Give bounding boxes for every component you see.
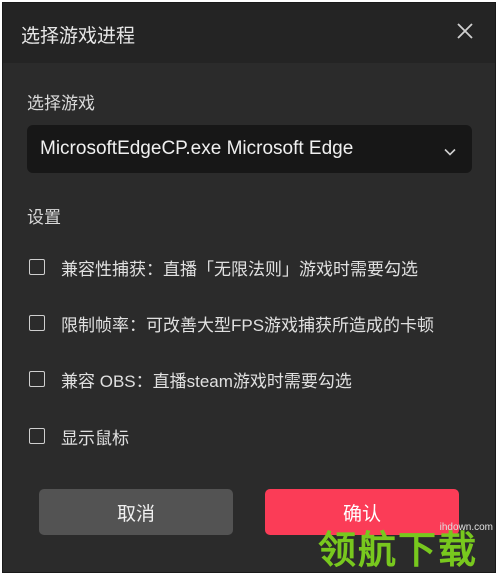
option-label: 兼容性捕获：直播「无限法则」游戏时需要勾选 <box>61 260 418 279</box>
option-label: 兼容 OBS：直播steam游戏时需要勾选 <box>61 372 352 391</box>
watermark-logo: 领航下载 <box>318 528 479 572</box>
option-label: 显示鼠标 <box>61 429 129 448</box>
dialog-title: 选择游戏进程 <box>21 26 136 47</box>
dialog-titlebar: 选择游戏进程 <box>3 3 495 63</box>
game-process-select-value: MicrosoftEdgeCP.exe Microsoft Edge <box>40 138 354 159</box>
select-game-process-dialog: 选择游戏进程 选择游戏 MicrosoftEdgeCP.exe Microsof… <box>2 2 496 573</box>
cancel-button[interactable]: 取消 <box>39 489 233 535</box>
checkbox[interactable] <box>29 259 45 275</box>
settings-label: 设置 <box>27 208 61 227</box>
option-label: 限制帧率：可改善大型FPS游戏捕获所造成的卡顿 <box>61 316 435 335</box>
game-select-label: 选择游戏 <box>27 94 95 113</box>
game-process-select[interactable]: MicrosoftEdgeCP.exe Microsoft Edge <box>27 125 472 173</box>
checkbox[interactable] <box>29 428 45 444</box>
chevron-down-icon <box>444 144 456 156</box>
checkbox[interactable] <box>29 315 45 331</box>
checkbox[interactable] <box>29 371 45 387</box>
close-icon[interactable] <box>453 19 477 43</box>
